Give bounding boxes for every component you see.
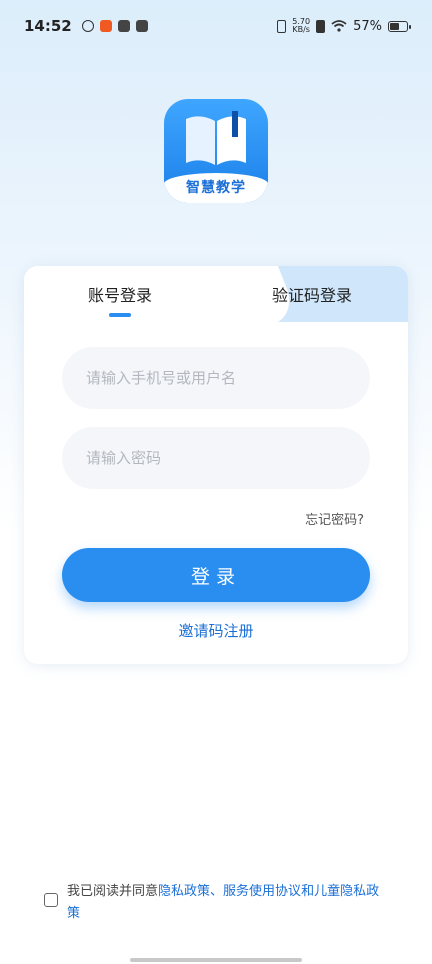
password-field-container — [62, 427, 370, 489]
logo-label: 智慧教学 — [186, 180, 246, 196]
dots-notification-icon — [117, 20, 130, 32]
status-time: 14:52 — [24, 17, 72, 35]
status-right: 5.70 KB/s 57% — [277, 18, 411, 34]
taobao-notification-icon — [99, 20, 112, 32]
mail-notification-icon — [135, 20, 148, 32]
network-speed: 5.70 KB/s — [292, 18, 310, 34]
home-indicator[interactable] — [130, 958, 302, 962]
tab-active-indicator — [109, 313, 131, 317]
tab-code-login[interactable]: 验证码登录 — [272, 282, 352, 306]
no-sim-icon — [316, 19, 326, 33]
battery-percent: 57% — [353, 18, 382, 34]
network-speed-unit: KB/s — [292, 25, 310, 34]
username-field-container — [62, 347, 370, 409]
invite-register-link[interactable]: 邀请码注册 — [24, 620, 408, 641]
login-card: 账号登录 验证码登录 忘记密码? 登录 邀请码注册 — [24, 266, 408, 664]
agreement-row: 我已阅读并同意隐私政策、服务使用协议和儿童隐私政策 — [44, 881, 384, 925]
login-button[interactable]: 登录 — [62, 548, 370, 602]
agreement-prefix: 我已阅读并同意 — [67, 884, 159, 899]
forgot-password-link[interactable]: 忘记密码? — [305, 509, 364, 528]
service-agreement-link[interactable]: 服务使用协议 — [223, 884, 301, 899]
agreement-and: 和 — [301, 884, 315, 899]
app-notification-icon — [81, 20, 94, 32]
battery-icon — [388, 20, 411, 32]
status-left: 14:52 — [24, 17, 148, 35]
battery-fill — [390, 22, 399, 30]
status-bar: 14:52 5.70 KB/s 57% — [0, 0, 432, 52]
vibrate-icon — [277, 19, 287, 33]
username-input[interactable] — [86, 369, 346, 387]
password-input[interactable] — [86, 449, 346, 467]
app-logo: 智慧教学 — [164, 99, 268, 203]
agreement-checkbox[interactable] — [44, 893, 58, 907]
wifi-icon — [331, 20, 347, 32]
agreement-text: 我已阅读并同意隐私政策、服务使用协议和儿童隐私政策 — [67, 881, 384, 925]
tab-account-login[interactable]: 账号登录 — [88, 282, 152, 306]
book-icon — [186, 111, 246, 165]
privacy-policy-link[interactable]: 隐私政策 — [158, 884, 210, 899]
agreement-separator: 、 — [210, 884, 224, 899]
